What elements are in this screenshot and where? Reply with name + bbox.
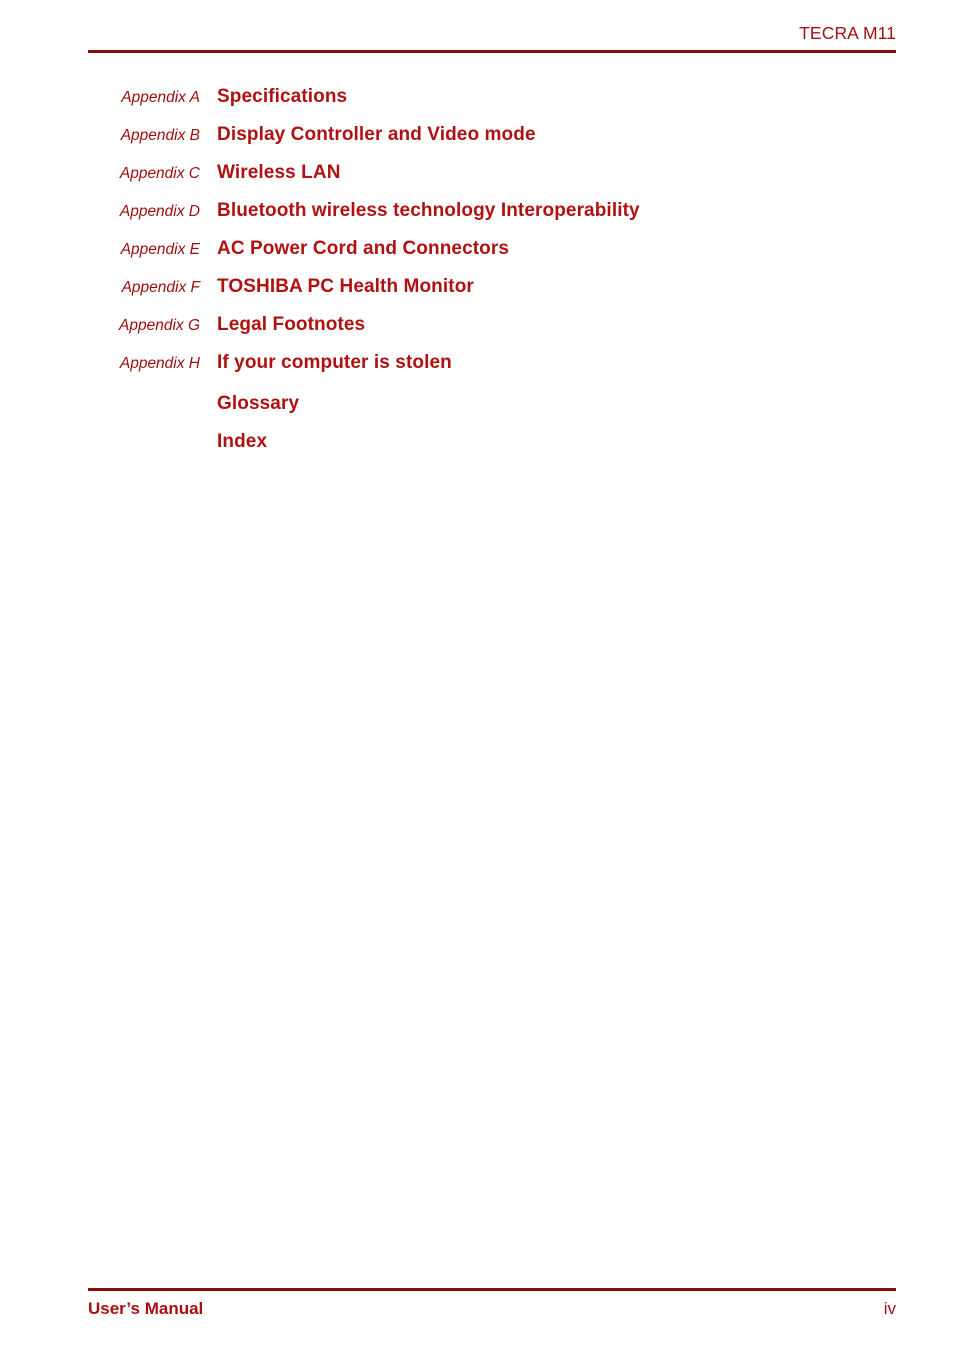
toc-row[interactable]: Appendix A Specifications (88, 78, 896, 116)
toc-entry-title[interactable]: Bluetooth wireless technology Interopera… (200, 192, 896, 230)
toc-entry-title[interactable]: Wireless LAN (200, 154, 896, 192)
footer-rule (88, 1288, 896, 1291)
toc-row[interactable]: Appendix B Display Controller and Video … (88, 116, 896, 154)
toc-entry-title[interactable]: If your computer is stolen (200, 344, 896, 382)
toc-entry-label: Appendix H (119, 355, 200, 372)
toc-entry-label: Appendix D (119, 203, 200, 220)
toc-entry-title[interactable]: Legal Footnotes (200, 306, 896, 344)
footer-page-number: iv (883, 1299, 896, 1318)
toc-row[interactable]: Appendix H If your computer is stolen (88, 344, 896, 382)
toc-entry-label: Appendix A (121, 89, 200, 106)
toc-entry-title[interactable]: Specifications (200, 78, 896, 116)
toc-entry-title[interactable]: Display Controller and Video mode (200, 116, 896, 154)
toc-entry-title[interactable]: Index (200, 423, 896, 461)
toc-row[interactable]: Appendix D Bluetooth wireless technology… (88, 192, 896, 230)
toc-entry-label: Appendix C (119, 165, 200, 182)
toc-entry-label: Appendix E (120, 241, 200, 258)
header-rule (88, 50, 896, 53)
toc-row[interactable]: Glossary (88, 385, 896, 423)
toc-entry-label: Appendix B (120, 127, 200, 144)
toc-entry-label: Appendix F (121, 279, 200, 296)
toc-row[interactable]: Appendix G Legal Footnotes (88, 306, 896, 344)
header-product-title: TECRA M11 (799, 23, 896, 43)
toc-entry-title[interactable]: TOSHIBA PC Health Monitor (200, 268, 896, 306)
page-header: TECRA M11 (88, 22, 896, 54)
toc-row[interactable]: Index (88, 423, 896, 461)
toc-row[interactable]: Appendix C Wireless LAN (88, 154, 896, 192)
footer-content: User’s Manual iv (88, 1298, 896, 1320)
toc-row[interactable]: Appendix F TOSHIBA PC Health Monitor (88, 268, 896, 306)
manual-page: TECRA M11 Appendix A Specifications Appe… (0, 0, 954, 1352)
footer-document-name: User’s Manual (88, 1299, 204, 1318)
appendix-contents-list: Appendix A Specifications Appendix B Dis… (88, 78, 896, 461)
toc-entry-title[interactable]: Glossary (200, 385, 896, 423)
toc-row[interactable]: Appendix E AC Power Cord and Connectors (88, 230, 896, 268)
toc-entry-label: Appendix G (119, 317, 200, 334)
page-footer: User’s Manual iv (88, 1288, 896, 1328)
toc-entry-title[interactable]: AC Power Cord and Connectors (200, 230, 896, 268)
